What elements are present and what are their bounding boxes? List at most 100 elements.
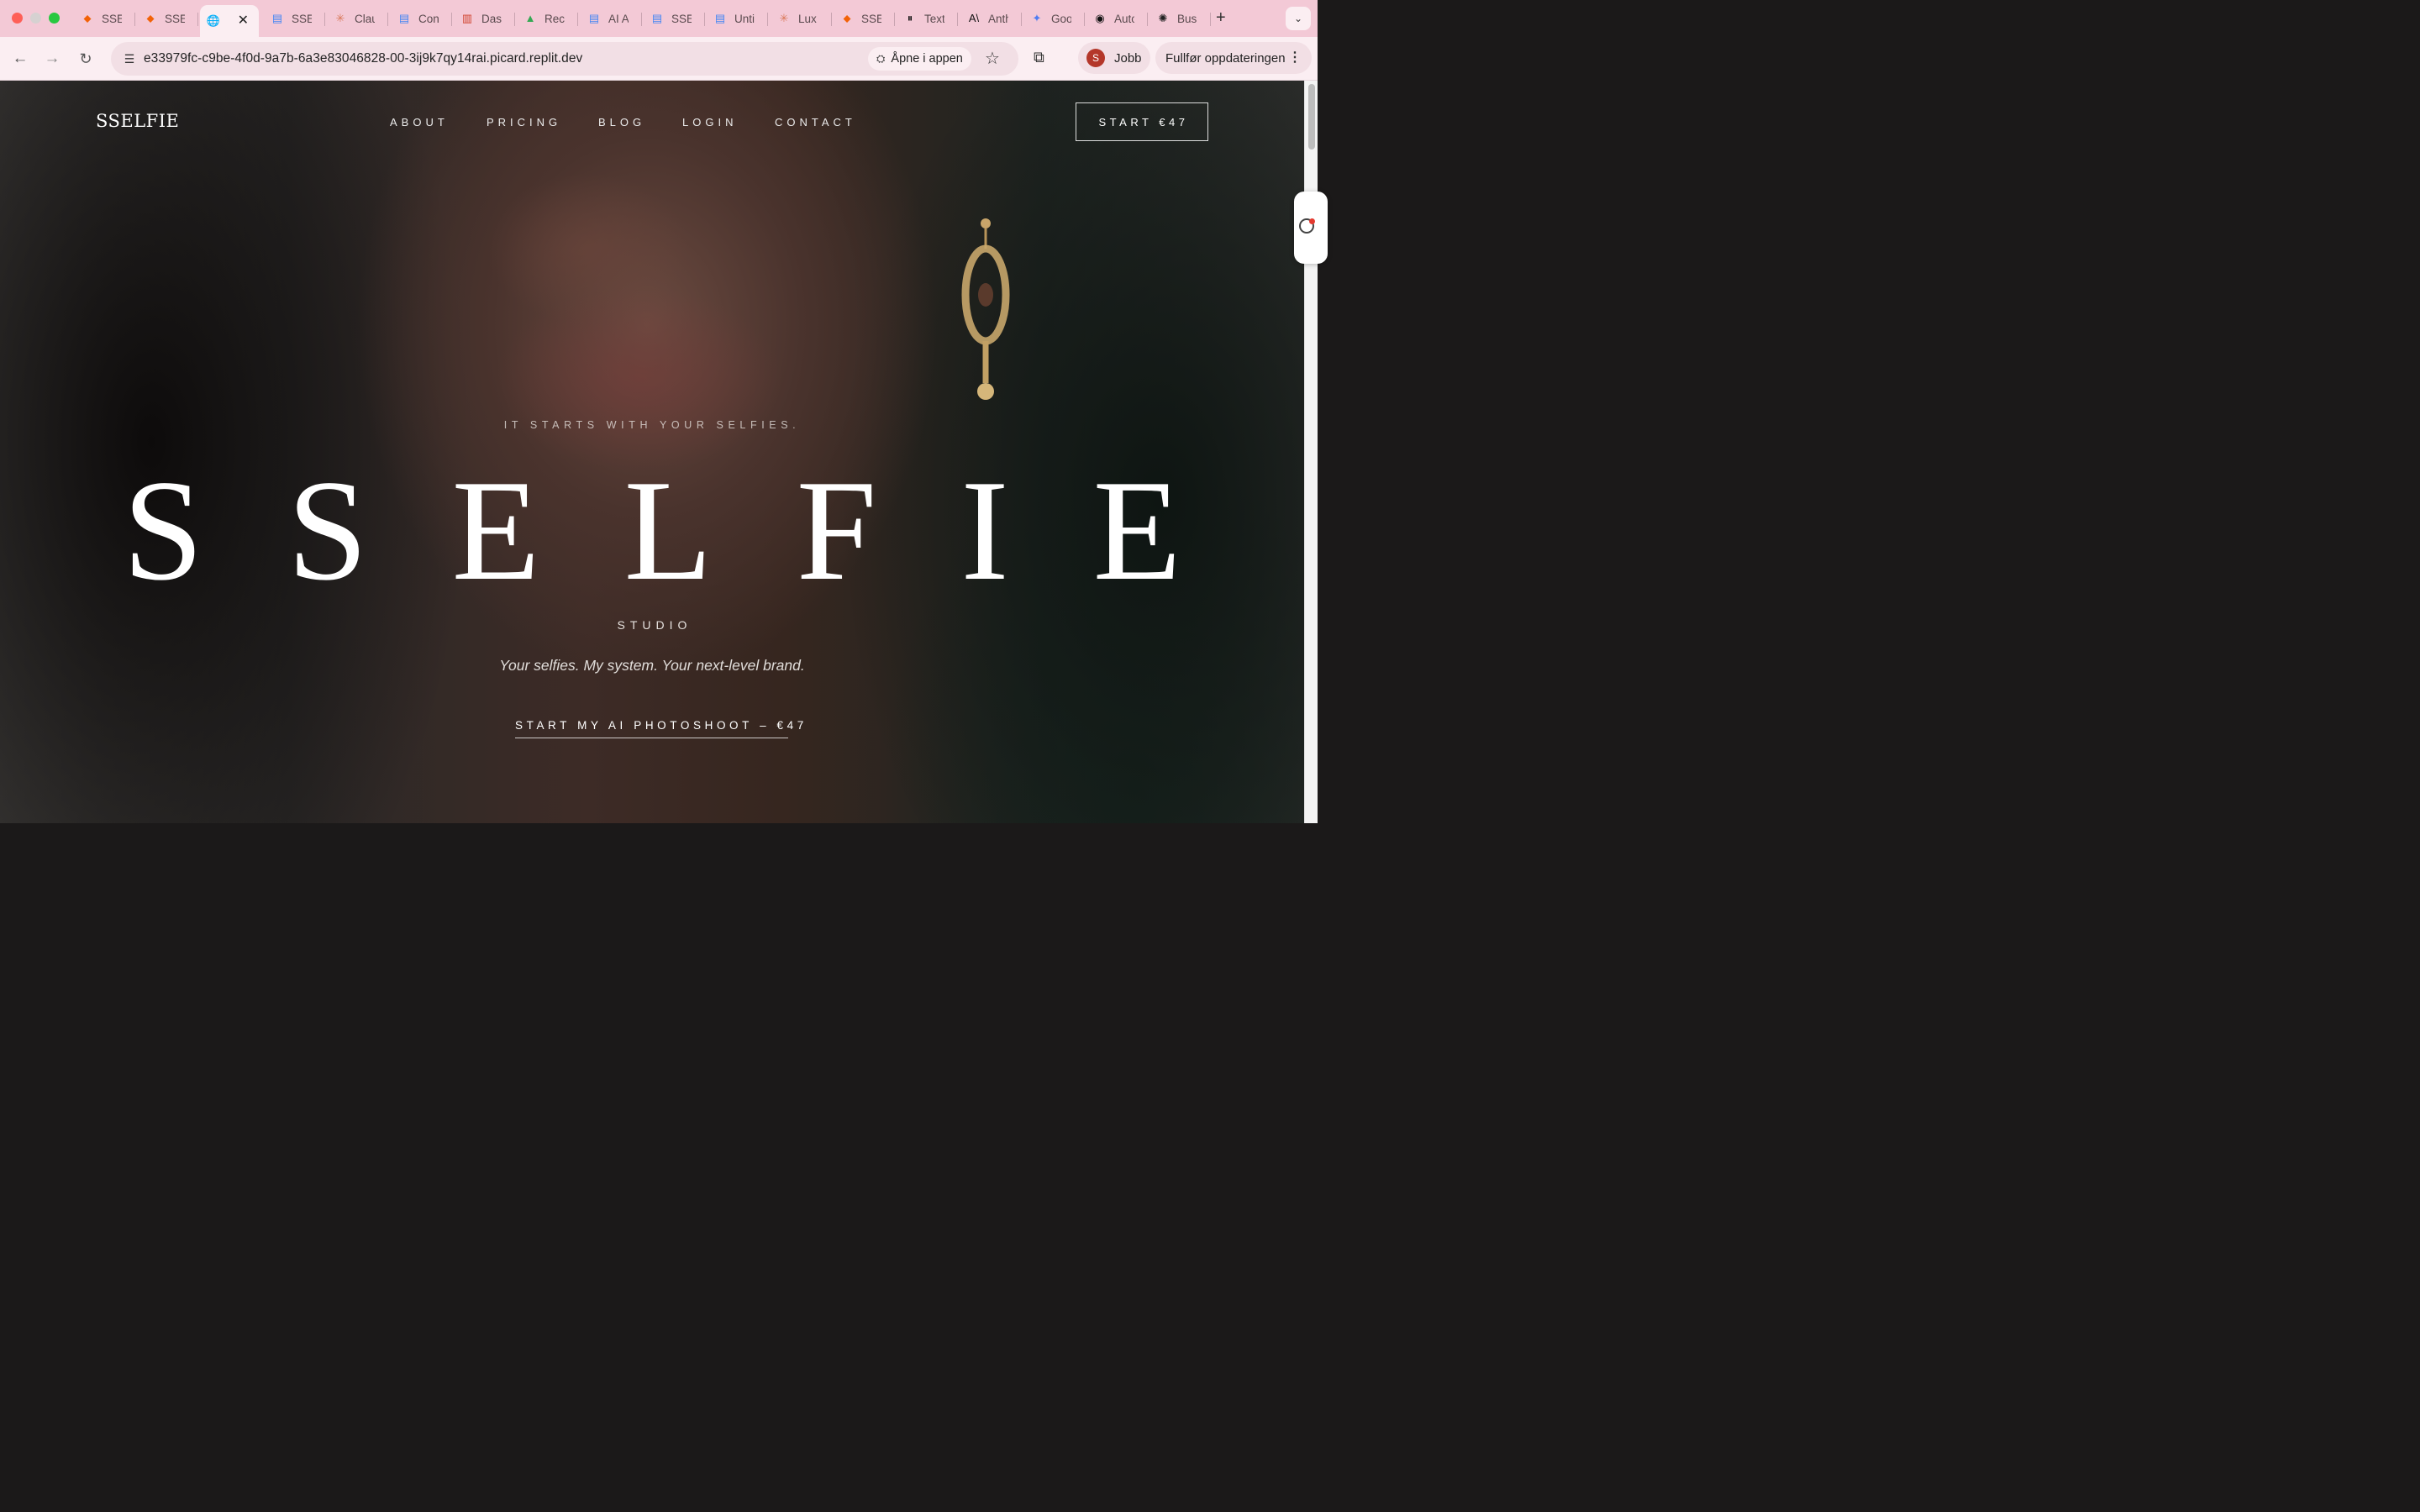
browser-tab[interactable]: ▤ Con — [391, 7, 452, 30]
update-label: Fullfør oppdateringen — [1165, 50, 1286, 66]
browser-tab[interactable]: ⬥ SSE — [137, 7, 198, 30]
tab-label: Text — [924, 12, 944, 25]
tab-strip: ⬥SSE⬥SSE🌐✕▤SSE✳Clau▤Con▥Das▲Rec▤AI A▤SSE… — [0, 0, 1318, 37]
tab-separator — [387, 13, 388, 26]
hero-section: SSELFIE ABOUT PRICING BLOG LOGIN CONTACT… — [0, 81, 1304, 823]
google-docs-icon: ▤ — [398, 12, 410, 24]
anthropic-icon: A\ — [968, 12, 980, 24]
hero-subtitle: STUDIO — [617, 618, 692, 632]
tab-separator — [831, 13, 832, 26]
open-in-app-button[interactable]: ⛭ Åpne i appen — [868, 47, 971, 71]
browser-tab[interactable]: ▤ Unti — [707, 7, 768, 30]
open-in-app-label: Åpne i appen — [891, 52, 963, 66]
start-photoshoot-button[interactable]: START MY AI PHOTOSHOOT – €47 — [515, 719, 803, 738]
browser-tab[interactable]: ✦ Goo — [1023, 7, 1085, 30]
site-info-icon[interactable]: ☰ — [118, 47, 141, 71]
site-logo[interactable]: SSELFIE — [96, 111, 179, 131]
browser-tab[interactable]: 🌐 ✕ — [200, 5, 259, 37]
scrollbar-thumb[interactable] — [1308, 84, 1315, 150]
browser-tab[interactable]: ⬥ SSE — [74, 7, 135, 30]
tab-label: Bus — [1177, 12, 1197, 25]
dashboard-icon: ▥ — [461, 12, 473, 24]
tab-separator — [451, 13, 452, 26]
tab-separator — [1147, 13, 1148, 26]
google-docs-icon: ▤ — [271, 12, 283, 24]
browser-tab[interactable]: ✳ Clau — [327, 7, 388, 30]
automation-icon: ◉ — [1095, 12, 1105, 24]
extensions-icon[interactable]: ⧉ — [1034, 49, 1044, 66]
more-menu-icon[interactable]: ⋮ — [1288, 49, 1302, 66]
browser-tab[interactable]: ▤ AI A — [581, 7, 642, 30]
tab-label: Unti — [734, 12, 755, 25]
tab-label: Goo — [1051, 12, 1071, 25]
replit-icon: ⬥ — [83, 12, 92, 24]
nav-blog[interactable]: BLOG — [598, 116, 645, 129]
tab-label: AI A — [608, 12, 629, 25]
tab-separator — [957, 13, 958, 26]
tab-label: SSE — [165, 12, 185, 25]
tab-search-button[interactable]: ⌄ — [1286, 7, 1311, 30]
browser-tab[interactable]: A\ Anth — [960, 7, 1022, 30]
browser-tab[interactable]: ▤ SSE — [264, 7, 325, 30]
tab-separator — [577, 13, 578, 26]
browser-tab[interactable]: ⏸ Text — [897, 7, 958, 30]
browser-tab[interactable]: ▤ SSE — [644, 7, 705, 30]
tab-label: Clau — [355, 12, 375, 25]
profile-button[interactable]: S Jobb — [1078, 42, 1150, 74]
browser-tab[interactable]: ⬥ SSE — [834, 7, 895, 30]
notification-dot — [1309, 218, 1315, 224]
google-docs-icon: ▤ — [588, 12, 600, 24]
tab-label: SSE — [861, 12, 881, 25]
browser-tab[interactable]: ▲ Rec — [517, 7, 578, 30]
claude-icon: ✳ — [335, 12, 345, 24]
start-button[interactable]: START €47 — [1076, 102, 1208, 141]
browser-tab[interactable]: ✳ Lux — [771, 7, 832, 30]
close-tab-icon[interactable]: ✕ — [238, 12, 249, 29]
close-window-button[interactable] — [12, 13, 23, 24]
address-bar[interactable]: ☰ e33979fc-c9be-4f0d-9a7b-6a3e83046828-0… — [111, 42, 1018, 76]
back-icon[interactable]: ← — [9, 48, 31, 70]
new-tab-button[interactable]: + — [1216, 8, 1226, 27]
google-drive-icon: ▲ — [524, 12, 536, 24]
forward-icon[interactable]: → — [41, 48, 63, 70]
tab-separator — [704, 13, 705, 26]
maximize-window-button[interactable] — [49, 13, 60, 24]
tab-label: Auto — [1114, 12, 1134, 25]
reload-icon[interactable]: ↻ — [75, 48, 97, 70]
google-docs-icon: ▤ — [714, 12, 726, 24]
nav-contact[interactable]: CONTACT — [775, 116, 856, 129]
url-text[interactable]: e33979fc-c9be-4f0d-9a7b-6a3e83046828-00-… — [144, 51, 582, 66]
openai-icon: ✺ — [1158, 12, 1168, 24]
claude-icon: ✳ — [779, 12, 789, 24]
tab-label: Anth — [988, 12, 1008, 25]
bookmark-star-icon[interactable]: ☆ — [985, 47, 1000, 71]
browser-tab[interactable]: ▥ Das — [454, 7, 515, 30]
tab-label: SSE — [671, 12, 692, 25]
profile-name: Jobb — [1114, 50, 1142, 66]
nav-about[interactable]: ABOUT — [390, 116, 449, 129]
hero-title: SSELFIE — [123, 451, 1265, 611]
browser-tab[interactable]: ◉ Auto — [1086, 7, 1148, 30]
tab-separator — [514, 13, 515, 26]
pause-app-icon: ⏸ — [907, 12, 913, 24]
tab-separator — [767, 13, 768, 26]
tab-label: Das — [481, 12, 502, 25]
floating-widget[interactable] — [1294, 192, 1328, 264]
nav-pricing[interactable]: PRICING — [487, 116, 561, 129]
browser-tab[interactable]: ✺ Bus — [1150, 7, 1211, 30]
globe-icon: 🌐 — [206, 14, 221, 27]
replit-icon: ⬥ — [843, 12, 851, 24]
earring-image — [961, 218, 1010, 400]
tab-separator — [641, 13, 642, 26]
google-docs-icon: ▤ — [651, 12, 663, 24]
nav-login[interactable]: LOGIN — [682, 116, 737, 129]
tab-label: Lux — [798, 12, 817, 25]
tab-separator — [324, 13, 325, 26]
minimize-window-button[interactable] — [30, 13, 41, 24]
hero-tagline: Your selfies. My system. Your next-level… — [499, 657, 805, 674]
replit-icon: ⬥ — [146, 12, 155, 24]
tab-label: SSE — [292, 12, 312, 25]
tab-separator — [1084, 13, 1085, 26]
update-button[interactable]: Fullfør oppdateringen ⋮ — [1155, 42, 1312, 74]
tab-separator — [134, 13, 135, 26]
